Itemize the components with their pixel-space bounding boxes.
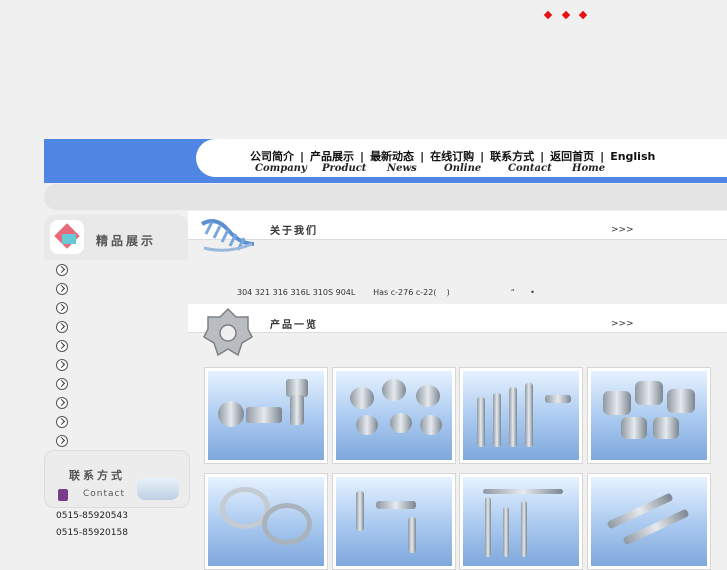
product-image-long-bolts[interactable]: [459, 473, 583, 570]
about-title: 关于我们: [270, 226, 318, 237]
sub-band: [44, 184, 727, 210]
products-title: 产品一览: [270, 320, 318, 331]
nav-separator: |: [300, 150, 305, 163]
nav-separator: |: [480, 150, 485, 163]
contact-title: 联系方式: [69, 469, 125, 482]
contact-en-label: Contact: [83, 489, 126, 499]
nav-en-home[interactable]: Home: [572, 163, 605, 174]
arrow-right-icon[interactable]: [56, 340, 68, 352]
decor-diamond: [543, 10, 553, 20]
nav-item-company[interactable]: 公司简介: [250, 148, 294, 164]
nav-en-product[interactable]: Product: [322, 163, 366, 174]
product-image-anchor-bolts[interactable]: [587, 473, 711, 570]
products-more-link[interactable]: >>>: [611, 319, 634, 329]
nav-en-contact[interactable]: Contact: [508, 163, 552, 174]
about-header: [188, 211, 727, 240]
nut-icon: [203, 307, 253, 357]
nav-item-contact[interactable]: 联系方式: [490, 148, 534, 164]
nav-item-home[interactable]: 返回首页: [550, 148, 594, 164]
product-image-hex-bolts[interactable]: [459, 367, 583, 464]
product-image-cap-nuts[interactable]: [332, 367, 456, 464]
decor-diamond: [578, 10, 588, 20]
nav-en-online[interactable]: Online: [444, 163, 481, 174]
phone-icon: [58, 489, 68, 501]
arrow-right-icon[interactable]: [56, 264, 68, 276]
products-header: [188, 304, 727, 333]
main-nav: 公司简介 | 产品展示 | 最新动态 | 在线订购 | 联系方式 | 返回首页 | English: [250, 148, 655, 164]
arrow-right-icon[interactable]: [56, 359, 68, 371]
arrow-right-icon[interactable]: [56, 416, 68, 428]
nav-separator: |: [540, 150, 545, 163]
nav-en-news[interactable]: News: [387, 163, 417, 174]
nav-item-product[interactable]: 产品展示: [310, 148, 354, 164]
product-image-washers[interactable]: [204, 473, 328, 570]
arrow-right-icon[interactable]: [56, 302, 68, 314]
phone-number: 0515-85920543: [56, 511, 128, 521]
about-more-link[interactable]: >>>: [611, 225, 634, 235]
arrow-right-icon[interactable]: [56, 321, 68, 333]
nav-item-online[interactable]: 在线订购: [430, 148, 474, 164]
handshake-icon: [137, 478, 179, 500]
nav-item-english[interactable]: English: [610, 150, 655, 163]
product-image-screws[interactable]: [204, 367, 328, 464]
featured-title: 精品展示: [96, 234, 157, 248]
about-text: 304 321 316 316L 310S 904L Has c-276 c-2…: [237, 288, 535, 297]
product-image-hex-nuts[interactable]: [587, 367, 711, 464]
nav-separator: |: [360, 150, 365, 163]
nav-item-news[interactable]: 最新动态: [370, 148, 414, 164]
nav-separator: |: [600, 150, 605, 163]
arrow-right-icon[interactable]: [56, 435, 68, 447]
arrow-right-icon[interactable]: [56, 378, 68, 390]
arrow-right-icon[interactable]: [56, 283, 68, 295]
nav-separator: |: [420, 150, 425, 163]
arrow-right-icon[interactable]: [56, 397, 68, 409]
phone-number: 0515-85920158: [56, 528, 128, 538]
spring-icon: [201, 219, 255, 252]
decor-diamond: [561, 10, 571, 20]
product-image-t-bolts[interactable]: [332, 473, 456, 570]
nav-en-company[interactable]: Company: [255, 163, 307, 174]
cube-icon: [50, 220, 84, 254]
